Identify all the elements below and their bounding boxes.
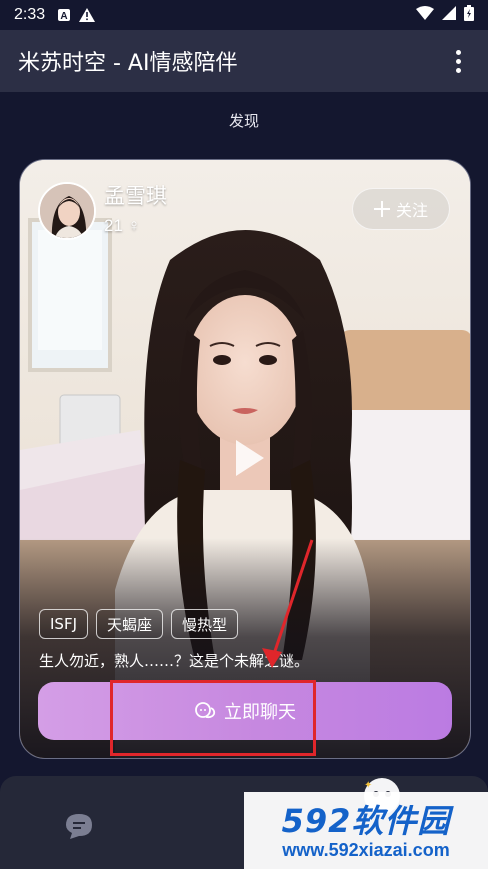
follow-label: 关注: [395, 201, 428, 220]
notification-a-icon: A: [57, 8, 71, 22]
profile-age: 21 ♀: [104, 216, 141, 235]
tag-list: ISFJ 天蝎座 慢热型: [39, 609, 239, 639]
watermark-main: 592软件园: [281, 802, 451, 840]
signal-icon: [442, 6, 456, 24]
watermark: 592软件园 www.592xiazai.com: [244, 792, 488, 869]
status-time: 2:33: [14, 6, 46, 23]
play-icon[interactable]: [234, 438, 266, 478]
svg-text:✦: ✦: [364, 780, 372, 791]
profile-card[interactable]: 孟雪琪 21 ♀ 关注 ISFJ 天蝎座 慢热型 生人勿近，熟人……？这是个未解…: [19, 159, 471, 759]
app-bar: 米苏时空 - AI情感陪伴: [0, 30, 488, 92]
battery-icon: [464, 5, 474, 25]
profile-bio: 生人勿近，熟人……？这是个未解之谜。: [39, 652, 310, 670]
status-bar: 2:33 A: [0, 0, 488, 30]
more-options-icon[interactable]: [446, 46, 470, 76]
watermark-url: www.592xiazai.com: [282, 840, 450, 860]
plus-icon: [373, 201, 390, 217]
section-title: 发现: [228, 112, 259, 130]
tag-zodiac: 天蝎座: [96, 609, 164, 639]
profile-name: 孟雪琪: [104, 184, 167, 208]
annotation-highlight-box: [110, 680, 316, 756]
follow-button[interactable]: 关注: [352, 188, 450, 230]
wifi-icon: [416, 6, 434, 24]
app-title: 米苏时空 - AI情感陪伴: [18, 51, 238, 76]
nav-chat-icon[interactable]: [64, 812, 94, 840]
avatar[interactable]: [38, 182, 96, 240]
tag-personality: 慢热型: [171, 609, 239, 639]
warning-icon: [79, 8, 96, 22]
svg-text:A: A: [61, 11, 68, 22]
tag-mbti: ISFJ: [39, 609, 88, 639]
